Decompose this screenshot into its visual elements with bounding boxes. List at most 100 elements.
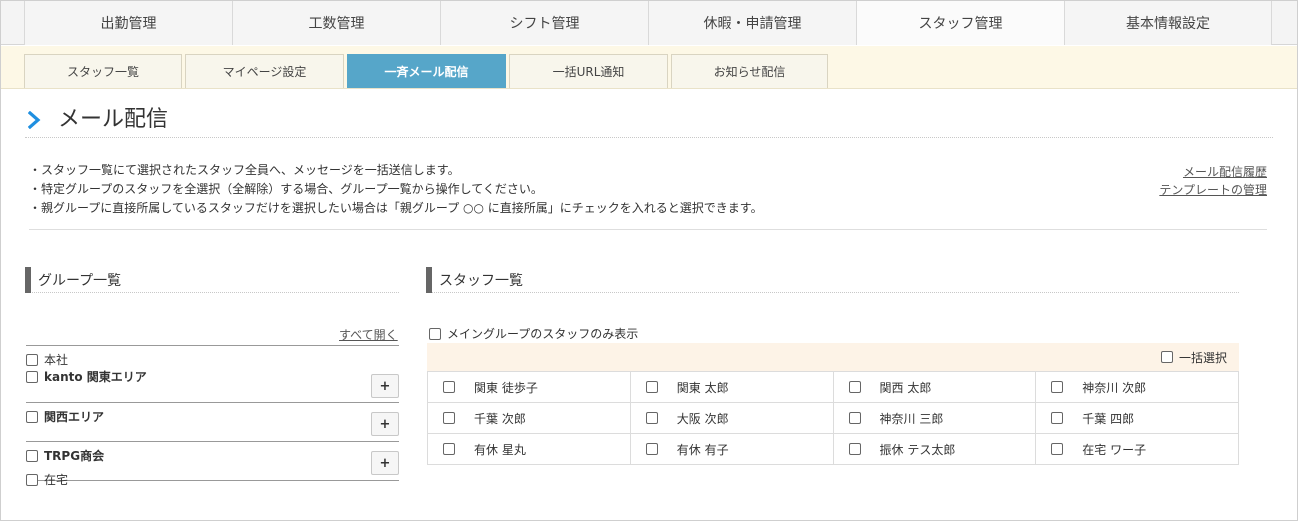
staff-name: 大阪 次郎 [676,411,729,426]
main-tab-leave[interactable]: 休暇・申請管理 [648,1,856,45]
sub-tab-staff-list[interactable]: スタッフ一覧 [24,54,182,88]
staff-cell: 神奈川 次郎 [1035,371,1239,403]
staff-cell: 有休 有子 [629,433,834,465]
staff-table: 関東 徒歩子 関東 太郎 関西 太郎 神奈川 次郎千葉 次郎 大阪 次郎 神奈川 三郎 千葉… [427,371,1239,465]
info-line: ・特定グループのスタッフを全選択（全解除）する場合、グループ一覧から操作してくだ… [29,182,543,196]
staff-name: 振休 テス太郎 [879,442,956,457]
staff-name: 関東 太郎 [676,380,729,395]
checkbox-trpg[interactable] [26,449,38,462]
staff-checkbox[interactable] [848,412,861,424]
staff-item: 振休 テス太郎 [848,441,1036,458]
staff-cell: 振休 テス太郎 [832,433,1037,465]
staff-list-title: スタッフ一覧 [439,272,523,289]
group-label: 関西エリア [44,410,105,424]
open-all-link[interactable]: すべて開く [339,326,398,343]
staff-row: 関東 徒歩子 関東 太郎 関西 太郎 神奈川 次郎 [427,371,1239,403]
group-label: kanto 関東エリア [44,370,147,384]
sub-tab-bulk-mail[interactable]: 一斉メール配信 [347,54,506,88]
group-list-title: グループ一覧 [38,272,122,289]
page-title: メール配信 [25,105,1273,138]
main-group-only-label: メイングループのスタッフのみ表示 [447,327,639,341]
staff-name: 神奈川 次郎 [1082,380,1147,395]
staff-name: 関西 太郎 [879,380,932,395]
expand-kanto-button[interactable]: + [371,374,399,398]
main-nav: 出勤管理 工数管理 シフト管理 休暇・申請管理 スタッフ管理 基本情報設定 [1,1,1297,45]
checkbox-remote[interactable] [26,473,38,486]
staff-cell: 関東 徒歩子 [427,371,631,403]
section-bar [25,266,31,293]
staff-item: 神奈川 次郎 [1051,379,1238,396]
staff-cell: 千葉 次郎 [427,402,631,434]
main-tab-basic-settings[interactable]: 基本情報設定 [1064,1,1272,45]
group-label: 在宅 [44,473,69,487]
section-bar [426,266,432,293]
main-group-only-checkbox[interactable] [429,327,441,340]
staff-item: 千葉 四郎 [1051,410,1238,427]
app-frame: 出勤管理 工数管理 シフト管理 休暇・申請管理 スタッフ管理 基本情報設定 スタ… [0,0,1298,521]
info-line: ・スタッフ一覧にて選択されたスタッフ全員へ、メッセージを一括送信します。 [29,163,460,177]
expand-trpg-button[interactable]: + [371,451,399,475]
staff-cell: 関西 太郎 [832,371,1037,403]
staff-checkbox[interactable] [645,381,658,393]
staff-item: 関東 徒歩子 [443,379,630,396]
checkbox-kanto[interactable] [26,370,38,383]
sub-nav: スタッフ一覧 マイページ設定 一斉メール配信 一括URL通知 お知らせ配信 [1,46,1297,89]
staff-cell: 神奈川 三郎 [832,402,1037,434]
staff-item: 神奈川 三郎 [848,410,1036,427]
staff-checkbox[interactable] [1051,412,1064,424]
staff-checkbox[interactable] [443,381,455,393]
sub-tab-bulk-url[interactable]: 一括URL通知 [509,54,668,88]
staff-name: 有休 星丸 [474,442,526,457]
group-list: 本社 kanto 関東エリア + 関西エリア + TRPG商会 + [26,345,399,481]
staff-checkbox[interactable] [848,443,861,455]
staff-name: 千葉 四郎 [1082,411,1135,426]
staff-list-header: スタッフ一覧 [426,266,1239,293]
side-links: メール配信履歴 テンプレートの管理 [1159,163,1267,199]
main-tab-manhours[interactable]: 工数管理 [232,1,440,45]
select-all-checkbox[interactable] [1160,351,1173,363]
main-tab-shift[interactable]: シフト管理 [440,1,648,45]
bulk-select-bar: 一括選択 [427,343,1239,371]
group-item-remote: 在宅 [26,471,68,488]
group-row: 本社 kanto 関東エリア + [26,351,399,403]
staff-checkbox[interactable] [443,412,455,424]
staff-item: 関西 太郎 [848,379,1036,396]
staff-name: 神奈川 三郎 [879,411,944,426]
staff-name: 関東 徒歩子 [474,380,538,395]
staff-name: 在宅 ワー子 [1082,442,1147,457]
sub-tab-mypage-settings[interactable]: マイページ設定 [185,54,344,88]
group-item: TRPG商会 [26,447,399,464]
staff-cell: 千葉 四郎 [1035,402,1239,434]
group-row: TRPG商会 + [26,447,399,481]
staff-cell: 在宅 ワー子 [1035,433,1239,465]
main-tab-staff[interactable]: スタッフ管理 [856,1,1064,45]
chevron-right-icon [28,111,42,129]
info-line: ・親グループに直接所属しているスタッフだけを選択したい場合は「親グループ ○○ … [29,201,763,215]
staff-checkbox[interactable] [645,443,658,455]
staff-cell: 有休 星丸 [427,433,631,465]
group-row: 関西エリア + [26,408,399,442]
staff-checkbox[interactable] [1051,443,1064,455]
page-title-text: メール配信 [58,107,169,132]
staff-cell: 大阪 次郎 [629,402,834,434]
staff-checkbox[interactable] [1051,381,1064,393]
staff-checkbox[interactable] [848,381,861,393]
staff-item: 千葉 次郎 [443,410,630,427]
expand-kansai-button[interactable]: + [371,412,399,436]
staff-checkbox[interactable] [645,412,658,424]
staff-item: 関東 太郎 [645,379,833,396]
staff-item: 有休 有子 [645,441,833,458]
group-item: 関西エリア [26,408,399,425]
staff-row: 有休 星丸 有休 有子 振休 テス太郎 在宅 ワー子 [427,433,1239,465]
main-tab-attendance[interactable]: 出勤管理 [24,1,232,45]
staff-item: 大阪 次郎 [645,410,833,427]
staff-checkbox[interactable] [443,443,455,455]
mail-history-link[interactable]: メール配信履歴 [1159,163,1267,181]
checkbox-honsha[interactable] [26,353,38,366]
staff-item: 有休 星丸 [443,441,630,458]
group-list-header: グループ一覧 [25,266,399,293]
checkbox-kansai[interactable] [26,410,38,423]
template-manage-link[interactable]: テンプレートの管理 [1159,181,1267,199]
group-label: 本社 [44,353,69,367]
sub-tab-notice[interactable]: お知らせ配信 [671,54,828,88]
